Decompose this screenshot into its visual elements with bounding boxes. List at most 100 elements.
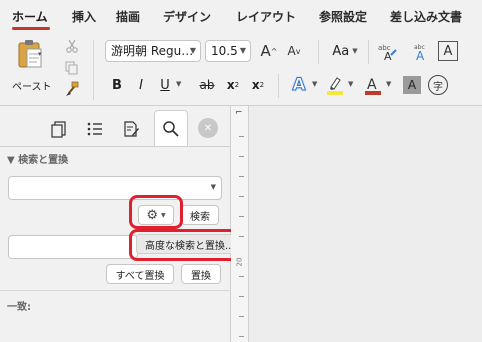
section-divider [0,290,231,291]
chevron-down-icon[interactable]: ▼ [176,80,181,88]
close-pane-button[interactable]: ✕ [198,118,218,138]
tab-layout[interactable]: レイアウト [236,8,296,25]
tab-stop-icon[interactable]: ⌐ [235,108,243,118]
italic-icon: I [139,77,143,93]
character-shading-icon: A [407,78,417,92]
tab-design[interactable]: デザイン [163,8,211,25]
search-icon [163,120,179,137]
svg-text:A: A [384,50,392,61]
text-effects-button[interactable]: A [288,74,310,96]
strikethrough-button[interactable]: ab [196,74,218,96]
cut-button[interactable] [64,38,80,54]
caret-down-icon: v [295,46,301,56]
navigation-pane: ✕ ▼ 検索と置換 ▼ ⚙ ▼ 検索 すべて置換 置換 一致: [0,106,231,342]
superscript-mark: 2 [259,81,265,89]
superscript-button[interactable]: x2 [248,74,268,96]
underline-icon: U [160,77,170,93]
ruler-tick [239,136,244,137]
chevron-down-icon[interactable]: ▼ [348,80,353,88]
search-input[interactable]: ▼ [8,176,222,200]
chevron-down-icon[interactable]: ▼ [211,183,216,191]
text-effects-icon: A [292,75,306,96]
ribbon-tabs: ホーム 挿入 描画 デザイン レイアウト 参照設定 差し込み文書 [0,0,482,32]
list-icon [87,122,102,136]
enclose-characters-button[interactable]: 字 [428,75,448,95]
search-button[interactable]: 検索 [181,205,219,225]
ribbon-separator [93,40,94,100]
pane-divider [0,146,231,147]
ribbon: ▾ ペースト 游明朝 Regu… ▼ 10.5 ▼ A ^ Av Aa ▼ ab… [0,32,482,106]
search-replace-section-title[interactable]: ▼ 検索と置換 [7,151,68,166]
ruler-tick [239,236,244,237]
tab-mailings[interactable]: 差し込み文書 [390,8,462,25]
close-icon: ✕ [203,122,213,134]
grow-font-button[interactable]: A ^ [258,40,280,62]
shrink-font-button[interactable]: Av [283,40,305,62]
ruler-tick [239,196,244,197]
replace-input[interactable] [8,235,138,259]
phonetic-guide-button[interactable]: abc A [411,40,433,62]
strikethrough-icon: ab [199,78,215,92]
match-label: 一致: [7,302,31,313]
change-case-icon: Aa [332,43,350,59]
svg-text:A: A [367,77,377,93]
caret-up-icon: ^ [270,46,278,56]
pane-tabs: ✕ [0,106,231,146]
character-shading-button[interactable]: A [403,76,421,94]
vertical-ruler: ⌐ 20 [231,106,249,342]
ruler-number: 20 [235,257,244,267]
pane-tab-revisions[interactable] [114,112,148,146]
chevron-down-icon: ▼ [352,47,358,55]
tab-draw[interactable]: 描画 [116,8,140,25]
tab-references[interactable]: 参照設定 [319,8,367,25]
ribbon-separator [278,74,279,98]
subscript-button[interactable]: x2 [223,74,243,96]
ruler-tick [239,336,244,337]
copy-button[interactable] [64,60,80,76]
svg-text:A: A [416,49,425,61]
document-page[interactable] [249,106,482,342]
character-border-icon: A [443,43,453,59]
bold-button[interactable]: B [108,74,126,96]
font-color-button[interactable]: A [362,74,384,96]
font-color-icon: A [365,77,381,95]
font-name-select[interactable]: 游明朝 Regu… ▼ [105,40,201,62]
enclose-characters-icon: 字 [433,81,443,93]
pane-tab-outline[interactable] [78,112,112,146]
shrink-font-icon: A [287,44,296,58]
font-size-select[interactable]: 10.5 ▼ [205,40,251,62]
ribbon-separator [318,40,319,64]
replace-button[interactable]: 置換 [181,264,221,284]
paste-dropdown-caret[interactable]: ▾ [38,50,42,58]
pane-tab-thumbnails[interactable] [42,112,76,146]
change-case-button[interactable]: Aa ▼ [328,40,362,62]
clear-formatting-button[interactable]: abc A [376,40,398,62]
document-edit-icon [124,121,139,137]
paintbrush-icon [66,81,79,96]
highlight-button[interactable] [324,74,346,96]
tab-home[interactable]: ホーム [12,8,48,25]
chevron-down-icon: ▼ [161,211,166,219]
replace-all-button[interactable]: すべて置換 [106,264,174,284]
tab-insert[interactable]: 挿入 [72,8,96,25]
pane-tab-search[interactable] [154,110,188,146]
gear-icon: ⚙ [146,207,159,223]
ruler-tick [239,316,244,317]
grow-font-icon: A [260,42,271,60]
scissors-icon [66,39,78,53]
ruler-tick [239,276,244,277]
ruler-tick [239,216,244,217]
bold-icon: B [112,77,122,93]
copy-icon [65,61,78,75]
chevron-down-icon: ▼ [239,46,246,55]
search-options-button[interactable]: ⚙ ▼ [138,205,174,225]
underline-button[interactable]: U [156,74,174,96]
chevron-down-icon[interactable]: ▼ [386,80,391,88]
font-size-value: 10.5 [211,44,238,58]
character-border-button[interactable]: A [438,41,458,61]
chevron-down-icon[interactable]: ▼ [312,80,317,88]
font-name-value: 游明朝 Regu… [111,44,194,58]
highlighter-icon [327,77,343,95]
format-painter-button[interactable] [63,80,81,98]
italic-button[interactable]: I [132,74,150,96]
